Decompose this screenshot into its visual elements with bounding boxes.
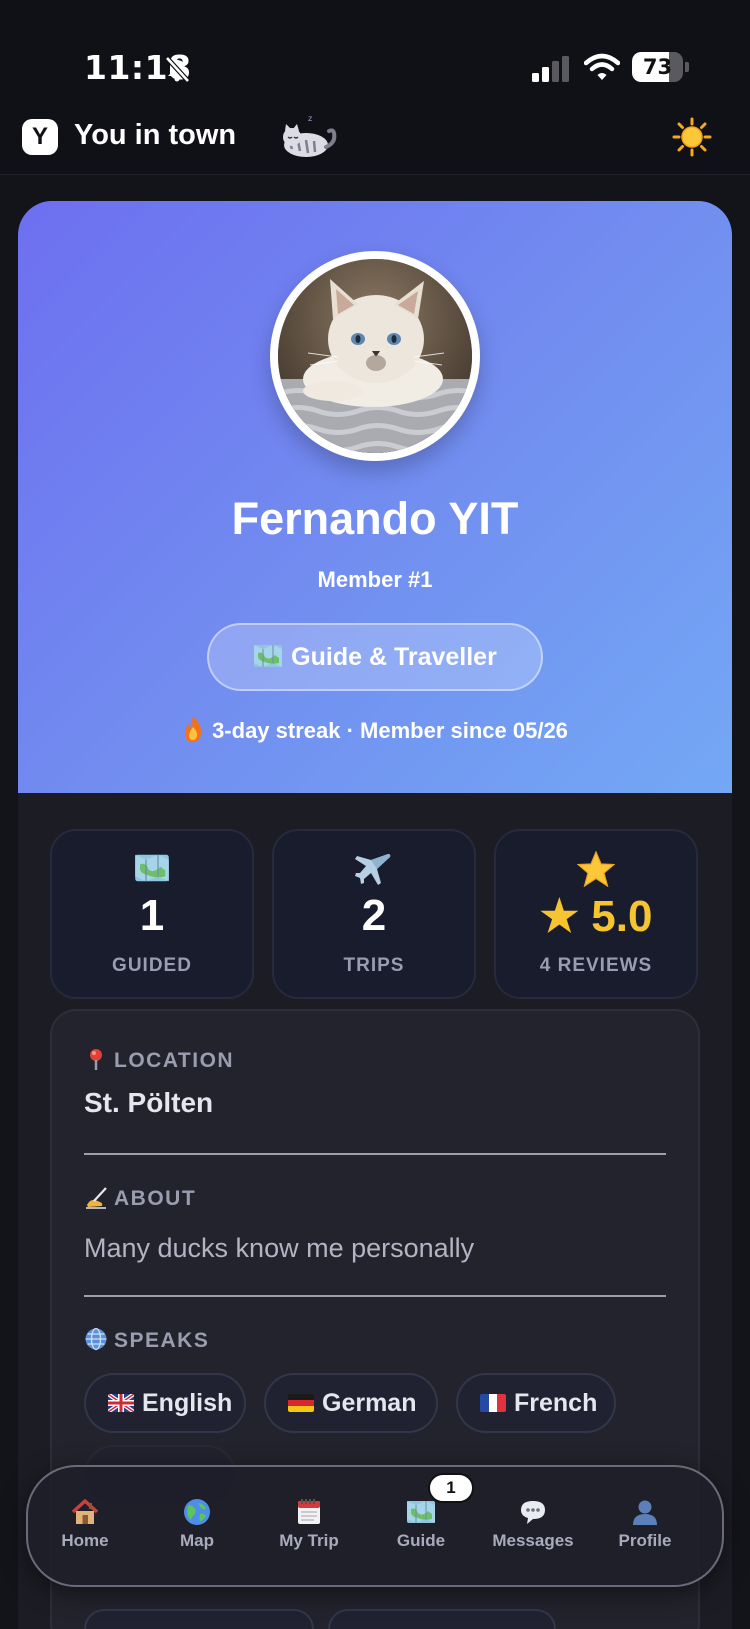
status-bar: 11:18 73 (0, 0, 750, 105)
cellular-signal-icon (532, 56, 569, 82)
app-logo[interactable]: Y (22, 119, 58, 155)
stat-label-reviews: 4 REVIEWS (539, 955, 653, 976)
language-pill-french[interactable]: French (456, 1373, 616, 1433)
language-name: German (322, 1389, 417, 1417)
map-icon (254, 645, 283, 667)
nav-label-profile: Profile (618, 1531, 672, 1550)
language-pill-english[interactable]: English (84, 1373, 246, 1433)
pin-icon (90, 1049, 102, 1070)
about-value: Many ducks know me personally (84, 1233, 475, 1263)
airplane-icon (355, 854, 391, 885)
star-icon (576, 850, 616, 888)
nav-profile[interactable]: Profile (590, 1497, 700, 1567)
app-header: Y You in town z (0, 105, 750, 175)
uk-flag-icon (108, 1394, 134, 1412)
svg-text:z: z (308, 114, 312, 123)
speaks-label: SPEAKS (114, 1329, 210, 1352)
flame-icon (185, 716, 202, 742)
partial-pill (84, 1609, 314, 1629)
stat-card-reviews[interactable]: ★ 5.0 4 REVIEWS (494, 829, 698, 999)
nav-home[interactable]: Home (30, 1497, 140, 1567)
language-name: English (142, 1389, 233, 1417)
nav-map[interactable]: Map (142, 1497, 252, 1567)
stat-label-trips: TRIPS (343, 955, 405, 976)
language-pill-german[interactable]: German (264, 1373, 438, 1433)
battery-indicator: 73 (632, 52, 689, 82)
bottom-navigation: Home Map My Trip Guide Messages Profile (26, 1465, 724, 1587)
speech-bubble-icon (521, 1501, 545, 1524)
streak-line: 3-day streak · Member since 05/26 (18, 715, 732, 744)
location-value: St. Pölten (84, 1087, 214, 1118)
user-icon (633, 1500, 657, 1525)
calendar-icon (298, 1499, 320, 1524)
nav-guide[interactable]: Guide (366, 1497, 476, 1567)
language-name: French (514, 1389, 598, 1417)
map-icon (135, 854, 169, 882)
role-badge[interactable]: Guide & Traveller (207, 623, 543, 691)
about-section-label: ABOUT (84, 1185, 196, 1211)
location-label: LOCATION (114, 1049, 235, 1072)
france-flag-icon (480, 1394, 506, 1412)
house-icon (71, 1499, 99, 1524)
nav-label-home: Home (61, 1531, 109, 1550)
globe-icon (85, 1327, 107, 1351)
divider (84, 1153, 666, 1155)
stat-value-rating: ★ 5.0 (539, 892, 653, 941)
globe-icon (184, 1499, 210, 1525)
sleeping-cat-icon: z (283, 114, 337, 157)
app-title: You in town (74, 119, 237, 151)
divider (84, 1295, 666, 1297)
guide-notification-badge: 1 (428, 1473, 474, 1503)
germany-flag-icon (288, 1394, 314, 1412)
partial-pill (328, 1609, 556, 1629)
stat-card-trips[interactable]: 2 TRIPS (272, 829, 476, 999)
nav-my-trip[interactable]: My Trip (254, 1497, 364, 1567)
nav-label-messages: Messages (492, 1531, 574, 1550)
speaks-section-label: SPEAKS (84, 1327, 209, 1353)
streak-text: 3-day streak · Member since 05/26 (212, 718, 568, 743)
nav-label-map: Map (180, 1531, 214, 1550)
nav-messages[interactable]: Messages (478, 1497, 588, 1567)
stat-label-guided: GUIDED (112, 955, 192, 976)
bell-off-icon (165, 56, 190, 83)
stat-value-trips: 2 (361, 891, 387, 940)
sun-icon[interactable] (672, 117, 712, 157)
stat-card-guided[interactable]: 1 GUIDED (50, 829, 254, 999)
profile-name: Fernando YIT (231, 493, 519, 544)
nav-label-guide: Guide (396, 1531, 446, 1550)
avatar[interactable] (270, 251, 480, 461)
map-icon (407, 1501, 435, 1523)
battery-percentage: 73 (642, 55, 673, 79)
writing-hand-icon (86, 1187, 107, 1209)
member-number: Member #1 (317, 567, 433, 592)
profile-hero-card: Fernando YIT Member #1 Guide & Traveller… (18, 201, 732, 793)
cat-avatar-icon (278, 259, 472, 453)
nav-label-my-trip: My Trip (279, 1531, 339, 1550)
about-label: ABOUT (114, 1187, 197, 1210)
avatar-image (278, 259, 472, 453)
role-label: Guide & Traveller (291, 643, 497, 671)
wifi-icon (584, 53, 620, 80)
stat-value-guided: 1 (139, 891, 165, 940)
location-section-label: LOCATION (84, 1047, 234, 1073)
